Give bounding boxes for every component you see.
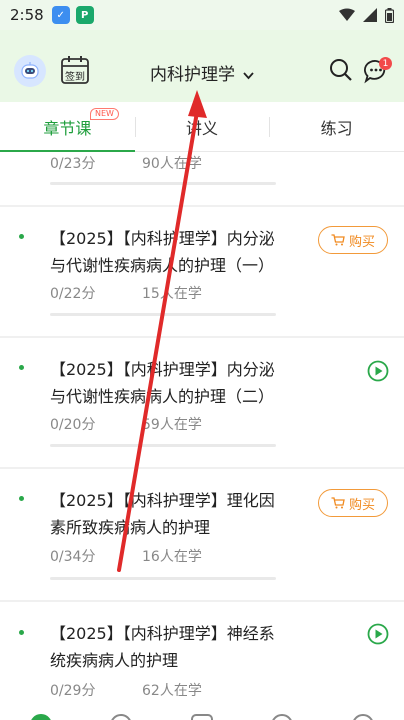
signal-icon	[363, 8, 377, 22]
search-button[interactable]	[329, 58, 353, 82]
item-title-line: 【2025】【内科护理学】理化因	[50, 491, 275, 510]
item-title: 【2025】【内科护理学】理化因 素所致疾病病人的护理	[50, 487, 310, 541]
tab-handouts[interactable]: 讲义	[134, 102, 270, 151]
progress-bar	[50, 444, 276, 447]
item-title-line: 【2025】【内科护理学】内分泌	[50, 360, 275, 379]
item-meta: 0/22分 15人在学	[50, 283, 202, 303]
bullet-dot	[19, 630, 24, 635]
nav-community-icon[interactable]	[271, 714, 293, 720]
item-score: 0/22分	[50, 286, 96, 302]
translate-app-icon: ✓	[51, 6, 70, 24]
item-meta: 0/29分 62人在学	[50, 680, 202, 700]
buy-label: 购买	[348, 497, 375, 513]
nav-home-icon[interactable]	[30, 714, 52, 720]
item-learners: 15人在学	[142, 286, 202, 302]
play-button[interactable]	[367, 623, 389, 645]
progress-bar	[50, 313, 276, 316]
item-meta: 0/23分 90人在学	[50, 153, 202, 173]
tab-chapters[interactable]: 章节课 NEW	[0, 102, 135, 152]
item-title-line: 【2025】【内科护理学】内分泌	[50, 229, 275, 248]
item-score: 0/20分	[50, 417, 96, 433]
list-item[interactable]: 【2025】【内科护理学】内分泌 与代谢性疾病病人的护理（二） 0/20分 59…	[0, 338, 404, 467]
green-app-icon: P	[75, 6, 94, 24]
buy-button[interactable]: 购买	[318, 489, 388, 517]
play-button[interactable]	[367, 360, 389, 382]
status-time: 2:58	[10, 6, 44, 24]
item-title-line: 【2025】【内科护理学】神经系	[50, 624, 275, 643]
chevron-down-icon	[243, 72, 254, 80]
list-item[interactable]: 【2025】【内科护理学】内分泌 与代谢性疾病病人的护理（一） 0/22分 15…	[0, 207, 404, 336]
progress-bar	[50, 577, 276, 580]
item-score: 0/29分	[50, 683, 96, 699]
list-item[interactable]: 【2025】【内科护理学】神经系 统疾病病人的护理 0/29分 62人在学	[0, 602, 404, 710]
item-title: 【2025】【内科护理学】神经系 统疾病病人的护理	[50, 620, 310, 674]
play-icon	[367, 360, 389, 382]
bullet-dot	[19, 234, 24, 239]
buy-label: 购买	[348, 234, 375, 250]
bullet-dot	[19, 365, 24, 370]
nav-profile-icon[interactable]	[352, 714, 374, 720]
progress-bar	[50, 182, 276, 185]
tab-label: 章节课	[43, 118, 92, 138]
bottom-nav	[0, 706, 404, 720]
list-item[interactable]: 0/23分 90人在学	[0, 153, 404, 205]
battery-icon	[385, 7, 394, 23]
nav-explore-icon[interactable]	[110, 714, 132, 720]
item-title-line: 与代谢性疾病病人的护理（二）	[50, 387, 275, 406]
item-title-line: 与代谢性疾病病人的护理（一）	[50, 256, 275, 275]
play-icon	[367, 623, 389, 645]
item-title: 【2025】【内科护理学】内分泌 与代谢性疾病病人的护理（二）	[50, 356, 310, 410]
tab-bar: 章节课 NEW 讲义 练习	[0, 102, 404, 152]
item-meta: 0/20分 59人在学	[50, 414, 202, 434]
course-list[interactable]: 0/23分 90人在学 【2025】【内科护理学】内分泌 与代谢性疾病病人的护理…	[0, 153, 404, 710]
cart-icon	[331, 497, 345, 509]
buy-button[interactable]: 购买	[318, 226, 388, 254]
item-learners: 62人在学	[142, 683, 202, 699]
item-learners: 90人在学	[142, 156, 202, 172]
item-learners: 59人在学	[142, 417, 202, 433]
item-title: 【2025】【内科护理学】内分泌 与代谢性疾病病人的护理（一）	[50, 225, 310, 279]
new-badge: NEW	[90, 108, 119, 120]
tab-label: 练习	[320, 118, 353, 138]
tab-practice[interactable]: 练习	[269, 102, 404, 151]
item-score: 0/23分	[50, 156, 96, 172]
item-title-line: 素所致疾病病人的护理	[50, 518, 211, 537]
status-indicators	[339, 7, 394, 23]
list-item[interactable]: 【2025】【内科护理学】理化因 素所致疾病病人的护理 0/34分 16人在学 …	[0, 469, 404, 600]
item-learners: 16人在学	[142, 549, 202, 565]
search-icon	[330, 59, 352, 81]
cart-icon	[331, 234, 345, 246]
app-header: 签到 内科护理学 1	[0, 30, 404, 102]
bullet-dot	[19, 496, 24, 501]
item-meta: 0/34分 16人在学	[50, 546, 202, 566]
item-score: 0/34分	[50, 549, 96, 565]
status-bar: 2:58 ✓ P	[0, 0, 404, 30]
message-count-badge: 1	[379, 57, 392, 70]
page-title: 内科护理学	[149, 65, 235, 85]
nav-study-icon[interactable]	[191, 714, 213, 720]
item-title-line: 统疾病病人的护理	[50, 651, 179, 670]
tab-label: 讲义	[186, 118, 219, 138]
wifi-icon	[339, 8, 355, 21]
